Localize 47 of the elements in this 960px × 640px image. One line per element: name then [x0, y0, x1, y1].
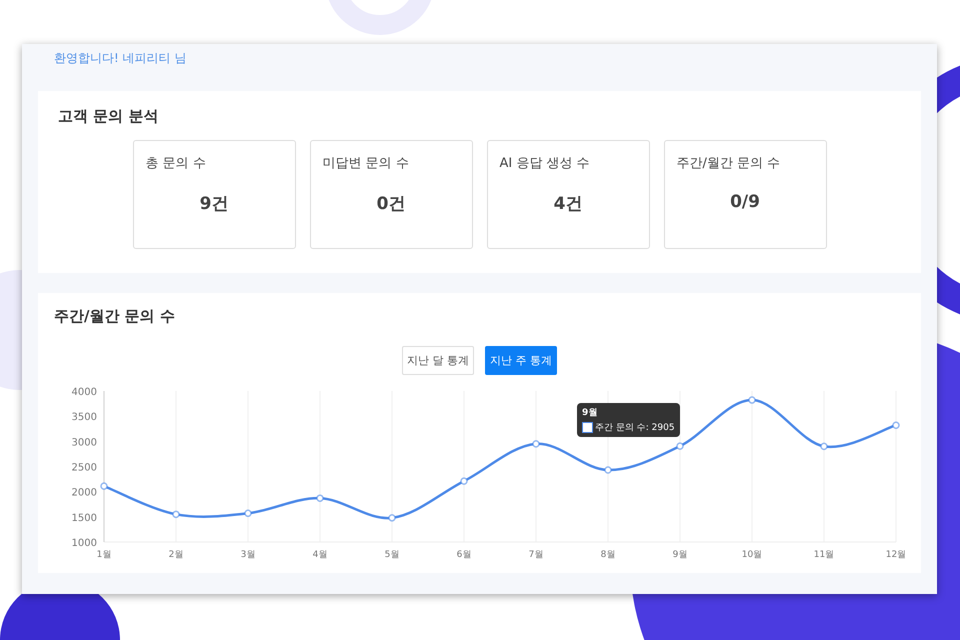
axis-tick-label: 1500	[72, 512, 97, 524]
stat-value: 4건	[554, 193, 582, 215]
stat-label: 주간/월간 문의 수	[676, 155, 780, 172]
axis-tick-label: 8월	[600, 550, 616, 560]
period-tab[interactable]: 지난 달 통계	[402, 346, 474, 375]
stat-label: 미답변 문의 수	[322, 155, 409, 172]
period-tab[interactable]: 지난 주 통계	[485, 346, 557, 375]
stat-label: 총 문의 수	[146, 155, 206, 172]
data-point	[748, 396, 756, 404]
axis-tick-label: 1000	[72, 538, 97, 549]
axis-tick-label: 4000	[72, 387, 97, 398]
axis-tick-label: 1월	[96, 550, 112, 560]
axis-tick-label: 7월	[528, 550, 544, 560]
axis-tick-label: 2500	[72, 462, 97, 474]
axis-tick-label: 3월	[240, 550, 256, 560]
data-point	[172, 510, 180, 518]
axis-tick-label: 3500	[72, 412, 97, 424]
section-title: 고객 문의 분석	[58, 107, 160, 126]
legend-swatch	[582, 422, 593, 434]
stat-value: 0/9	[730, 192, 760, 212]
stat-label: AI 응답 생성 수	[500, 155, 590, 172]
data-point	[892, 421, 900, 429]
data-point	[388, 514, 396, 522]
axis-tick-label: 5월	[384, 550, 400, 560]
axis-tick-label: 11월	[814, 550, 834, 560]
data-point	[100, 482, 108, 490]
data-point	[532, 440, 540, 448]
axis-tick-label: 12월	[886, 550, 906, 560]
axis-tick-label: 2월	[168, 550, 184, 560]
stat-value: 9건	[200, 193, 228, 215]
axis-tick-label: 3000	[72, 437, 97, 448]
stat-value: 0건	[376, 193, 406, 215]
data-point	[676, 442, 684, 450]
tooltip-label: 주간 문의 수: 2905	[595, 422, 675, 434]
data-point	[460, 477, 468, 485]
data-point	[316, 494, 324, 502]
axis-tick-label: 2000	[72, 488, 97, 499]
welcome-text: 환영합니다! 네피리티 님	[53, 50, 188, 67]
tooltip-title: 9월	[582, 407, 598, 420]
axis-tick-label: 4월	[312, 550, 328, 560]
section-title: 주간/월간 문의 수	[54, 307, 176, 326]
data-point	[820, 442, 828, 450]
axis-tick-label: 10월	[742, 550, 762, 560]
data-point	[244, 510, 252, 518]
axis-tick-label: 9월	[672, 550, 688, 560]
data-point	[604, 466, 612, 474]
axis-tick-label: 6월	[456, 550, 472, 560]
